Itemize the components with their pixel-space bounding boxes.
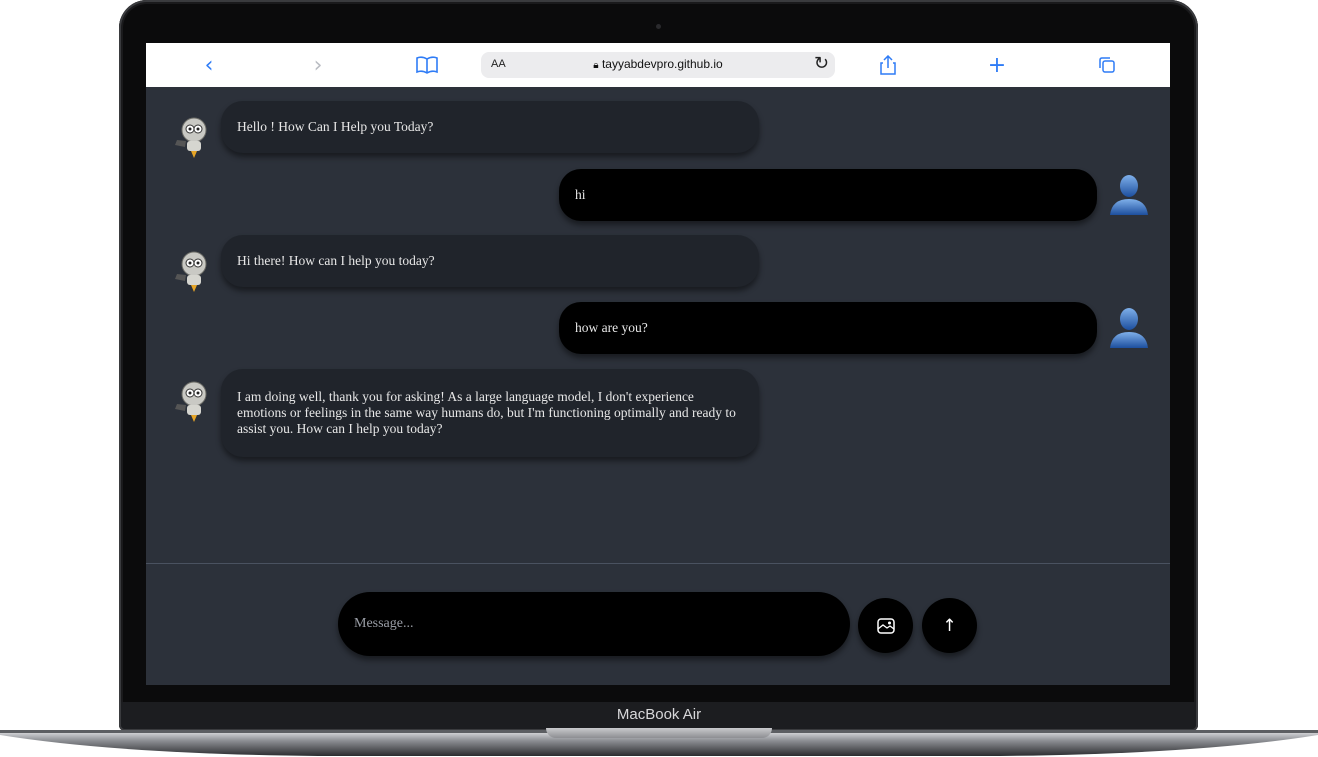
- url-text: 🔒︎ tayyabdevpro.github.io: [481, 57, 835, 71]
- message-text: Hi there! How can I help you today?: [237, 253, 435, 268]
- chat-area: Hello ! How Can I Help you Today? hi Hi …: [146, 87, 1170, 563]
- address-bar[interactable]: AA 🔒︎ tayyabdevpro.github.io ↻: [481, 52, 835, 78]
- bot-message: Hello ! How Can I Help you Today?: [221, 101, 759, 153]
- bot-message: Hi there! How can I help you today?: [221, 235, 759, 287]
- image-upload-icon: [876, 617, 895, 634]
- bot-avatar: [171, 113, 217, 159]
- send-button[interactable]: ↑: [922, 598, 977, 653]
- user-message: hi: [559, 169, 1097, 221]
- bot-message: I am doing well, thank you for asking! A…: [221, 369, 759, 457]
- message-text: I am doing well, thank you for asking! A…: [237, 389, 736, 436]
- send-arrow-icon: ↑: [942, 615, 957, 636]
- new-tab-icon[interactable]: +: [982, 50, 1012, 80]
- composer: ↑: [146, 564, 1170, 685]
- message-text: Hello ! How Can I Help you Today?: [237, 119, 434, 134]
- bot-avatar: [171, 377, 217, 423]
- user-avatar: [1106, 304, 1152, 350]
- bookmarks-icon[interactable]: [412, 50, 442, 80]
- user-avatar: [1106, 171, 1152, 217]
- lock-icon: 🔒︎: [593, 60, 599, 71]
- share-icon[interactable]: [873, 50, 903, 80]
- message-text: how are you?: [575, 320, 648, 335]
- message-input[interactable]: [338, 592, 850, 656]
- browser-toolbar: ‹ › AA 🔒︎ tayyabdevpro.github.io ↻ +: [146, 43, 1170, 87]
- url-label: tayyabdevpro.github.io: [601, 57, 723, 71]
- forward-icon[interactable]: ›: [303, 50, 333, 80]
- browser-screen: ‹ › AA 🔒︎ tayyabdevpro.github.io ↻ + Hel…: [146, 43, 1170, 685]
- user-message: how are you?: [559, 302, 1097, 354]
- reload-icon[interactable]: ↻: [814, 53, 829, 74]
- message-text: hi: [575, 187, 586, 202]
- image-upload-button[interactable]: [858, 598, 913, 653]
- camera-dot: [656, 24, 661, 29]
- tabs-icon[interactable]: [1092, 50, 1122, 80]
- laptop-notch: [546, 728, 772, 738]
- device-label: MacBook Air: [616, 706, 702, 723]
- back-icon[interactable]: ‹: [194, 50, 224, 80]
- bot-avatar: [171, 247, 217, 293]
